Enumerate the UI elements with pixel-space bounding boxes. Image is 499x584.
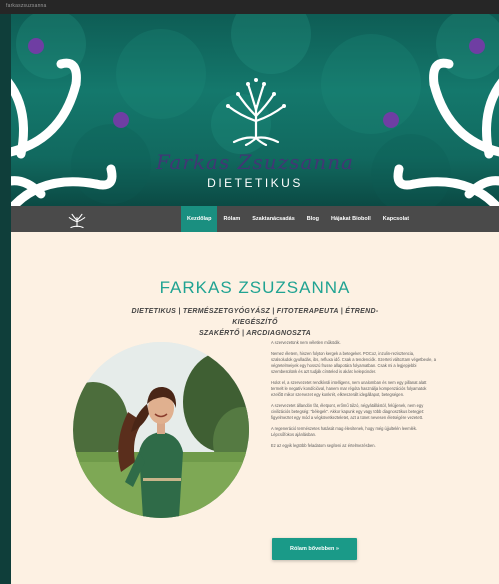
main-content: FARKAS ZSUZSANNA DIETETIKUS | TERMÉSZETG…	[11, 232, 499, 584]
subtitle-line-2: SZAKÉRTŐ | ARCDIAGNOSZTA	[198, 330, 312, 337]
screenshot-frame: farkaszsuzsanna Farkas Zsuzsanna DIETETI…	[0, 0, 499, 584]
about-more-button[interactable]: Rólam bővebben »	[272, 538, 357, 560]
portrait-illustration	[73, 342, 249, 518]
page-subtitle: DIETETIKUS | TERMÉSZETGYÓGYÁSZ | FITOTER…	[111, 306, 399, 339]
intro-paragraph: Nemez életem, hiszen folyton kergek a be…	[271, 351, 436, 374]
main-navigation: Kezdőlap Rólam Szaktanácsadás Blog Hájak…	[11, 206, 499, 232]
nav-item-rolam[interactable]: Rólam	[217, 206, 246, 232]
page-title: FARKAS ZSUZSANNA	[159, 278, 351, 297]
brand-tagline: DIETETIKUS	[207, 176, 303, 190]
nav-item-szaktanacsadas[interactable]: Szaktanácsadás	[246, 206, 301, 232]
intro-paragraph: Ez az egyik legtöbb feladatom segíteni a…	[271, 443, 376, 448]
nav-item-kezdolap[interactable]: Kezdőlap	[181, 206, 218, 232]
website-viewport[interactable]: Farkas Zsuzsanna DIETETIKUS Kezdőlap Ról…	[11, 14, 499, 584]
nav-item-blog[interactable]: Blog	[301, 206, 325, 232]
nav-item-kapcsolat[interactable]: Kapcsolat	[377, 206, 415, 232]
intro-paragraph: A szervezetünk nem véletlen működik.	[271, 340, 341, 345]
tree-of-life-icon	[226, 78, 286, 146]
subtitle-line-1: DIETETIKUS | TERMÉSZETGYÓGYÁSZ | FITOTER…	[131, 308, 379, 326]
nav-item-hajakat-bioboll[interactable]: Hájakat Bioboll	[325, 206, 377, 232]
portrait-photo	[73, 342, 249, 518]
intro-paragraph: A regeneráció természetes hatását mag él…	[271, 426, 418, 437]
browser-tab-text: farkaszsuzsanna	[6, 3, 47, 9]
intro-paragraph: A szervezetet állandón fát, életpont, er…	[271, 403, 425, 420]
nav-logo-icon[interactable]	[66, 209, 88, 229]
intro-text-column: A szervezetünk nem véletlen működik. Nem…	[271, 340, 436, 454]
brand-name-script: Farkas Zsuzsanna	[155, 150, 355, 174]
nav-menu: Kezdőlap Rólam Szaktanácsadás Blog Hájak…	[181, 206, 415, 232]
intro-paragraph: Holot el, a szervezetet rendkívüli intel…	[271, 380, 427, 397]
hero-banner: Farkas Zsuzsanna DIETETIKUS	[11, 14, 499, 206]
browser-top-strip: farkaszsuzsanna	[0, 0, 499, 14]
